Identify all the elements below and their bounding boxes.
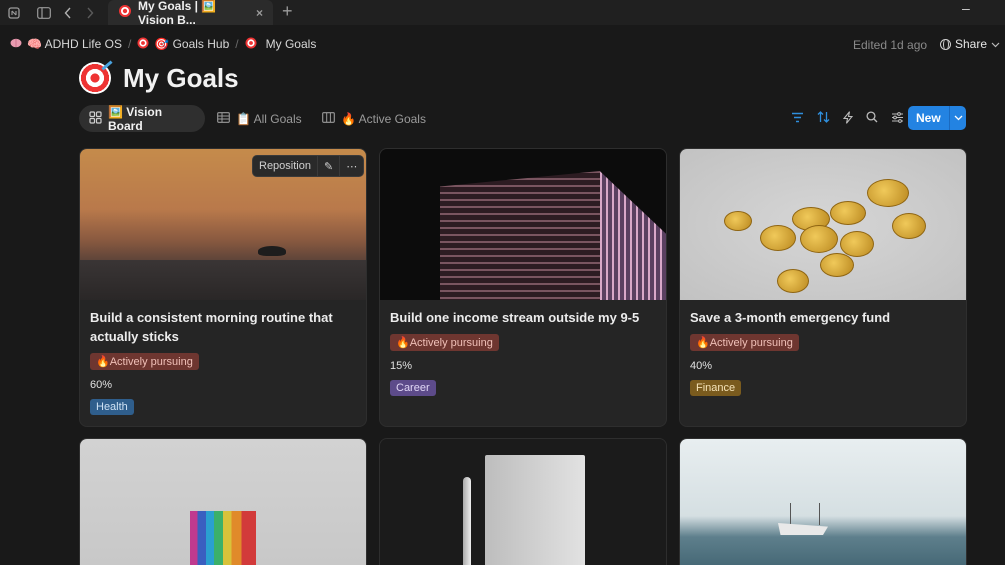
- minimize-button[interactable]: –: [962, 0, 970, 16]
- edited-timestamp: Edited 1d ago: [853, 38, 928, 52]
- topbar: 🧠 ADHD Life OS / 🎯 Goals Hub / My Goals …: [0, 25, 1005, 63]
- chevron-down-icon: [991, 37, 1000, 51]
- cover-books-shape: [190, 511, 256, 565]
- automation-icon[interactable]: [842, 111, 854, 127]
- share-button[interactable]: Share: [932, 33, 1002, 55]
- cover-pen-shape: [463, 477, 471, 565]
- area-badge: Health: [90, 399, 134, 415]
- area-badge: Career: [390, 380, 436, 396]
- new-tab-button[interactable]: +: [282, 1, 293, 22]
- cover-coin-shape: [800, 225, 838, 253]
- breadcrumb-item-my-goals[interactable]: My Goals: [245, 37, 317, 52]
- tab-vision-board[interactable]: 🖼️ Vision Board: [79, 104, 205, 133]
- card-cover-image: Reposition ✎ ⋯: [80, 149, 366, 300]
- cover-coin-shape: [760, 225, 796, 251]
- share-label: Share: [955, 37, 988, 51]
- tab-all-goals[interactable]: 📋 All Goals: [207, 105, 312, 132]
- breadcrumb-separator: /: [127, 37, 132, 51]
- cover-coin-shape: [777, 269, 809, 293]
- goal-card[interactable]: Save a 3-month emergency fund 🔥Actively …: [679, 148, 967, 427]
- card-cover-image: [680, 439, 966, 565]
- goal-card[interactable]: Reposition ✎ ⋯ Build a consistent mornin…: [79, 148, 367, 427]
- gallery-icon: [89, 110, 102, 127]
- card-title: Build a consistent morning routine that …: [90, 310, 333, 344]
- card-cover-image: [380, 439, 666, 565]
- progress-value: 40%: [690, 360, 713, 372]
- cover-coin-shape: [867, 179, 909, 207]
- card-title: Save a 3-month emergency fund: [690, 310, 891, 325]
- breadcrumb-label: My Goals: [265, 37, 317, 51]
- browser-tab[interactable]: My Goals | 🖼️ Vision B... ×: [108, 0, 273, 27]
- close-tab-icon[interactable]: ×: [256, 6, 263, 20]
- card-cover-image: [80, 439, 366, 565]
- tab-label: 🖼️ Vision Board: [108, 104, 163, 133]
- board-icon: [322, 111, 335, 126]
- breadcrumb-item-goals-hub[interactable]: 🎯 Goals Hub: [137, 37, 229, 52]
- status-badge: 🔥Actively pursuing: [690, 334, 799, 351]
- target-icon: [137, 37, 149, 52]
- cover-building-shape: [440, 171, 600, 300]
- back-icon[interactable]: [57, 2, 79, 24]
- cover-building-shape: [600, 171, 666, 300]
- window-titlebar: My Goals | 🖼️ Vision B... × + –: [0, 0, 1005, 27]
- cover-coin-shape: [724, 211, 752, 231]
- new-button-label: New: [916, 111, 941, 125]
- view-toolbar: 🖼️ Vision Board 📋 All Goals 🔥 Active Goa…: [79, 105, 969, 133]
- cover-notebook-shape: [485, 455, 585, 565]
- table-icon: [217, 111, 230, 126]
- reposition-button[interactable]: Reposition: [253, 156, 317, 176]
- goal-card[interactable]: [379, 438, 667, 565]
- cover-coin-shape: [830, 201, 866, 225]
- globe-icon: [940, 38, 951, 50]
- settings-sliders-icon[interactable]: [891, 111, 904, 127]
- forward-icon[interactable]: [79, 2, 101, 24]
- cover-coin-shape: [820, 253, 854, 277]
- tab-active-goals[interactable]: 🔥 Active Goals: [312, 105, 436, 132]
- chevron-down-icon[interactable]: [949, 106, 966, 130]
- target-icon: [118, 4, 132, 21]
- tab-title: My Goals | 🖼️ Vision B...: [138, 0, 217, 27]
- cover-coin-shape: [840, 231, 874, 257]
- page-title[interactable]: My Goals: [123, 63, 239, 94]
- card-body: Build one income stream outside my 9-5 🔥…: [380, 300, 666, 406]
- search-icon[interactable]: [866, 111, 878, 127]
- breadcrumb-item-life-os[interactable]: 🧠 ADHD Life OS: [10, 37, 122, 51]
- area-badge: Finance: [690, 380, 742, 396]
- progress-value: 15%: [390, 360, 413, 372]
- new-button[interactable]: New: [908, 106, 966, 130]
- target-icon: [245, 37, 257, 52]
- sidebar-toggle-icon[interactable]: [33, 2, 55, 24]
- cover-coin-shape: [892, 213, 926, 239]
- card-body: Build a consistent morning routine that …: [80, 300, 366, 425]
- cover-menu: Reposition ✎ ⋯: [252, 155, 365, 177]
- status-badge: 🔥Actively pursuing: [90, 353, 199, 370]
- view-tools: [791, 111, 904, 127]
- card-title: Build one income stream outside my 9-5: [390, 310, 640, 325]
- sort-icon[interactable]: [817, 111, 830, 127]
- goal-card[interactable]: [679, 438, 967, 565]
- card-body: Save a 3-month emergency fund 🔥Actively …: [680, 300, 966, 406]
- breadcrumb-separator: /: [235, 37, 239, 51]
- more-icon[interactable]: ⋯: [339, 156, 363, 176]
- cover-bird-shape: [258, 246, 286, 256]
- app-logo-icon[interactable]: [3, 2, 25, 24]
- target-icon[interactable]: [79, 62, 111, 94]
- goal-card[interactable]: [79, 438, 367, 565]
- card-cover-image: [380, 149, 666, 300]
- progress-value: 60%: [90, 379, 113, 391]
- edit-icon[interactable]: ✎: [316, 156, 339, 176]
- breadcrumb-label: 🧠 ADHD Life OS: [27, 37, 122, 51]
- tab-label: 🔥 Active Goals: [341, 111, 426, 126]
- card-cover-image: [680, 149, 966, 300]
- tab-label: 📋 All Goals: [236, 111, 302, 126]
- status-badge: 🔥Actively pursuing: [390, 334, 499, 351]
- goal-card[interactable]: Build one income stream outside my 9-5 🔥…: [379, 148, 667, 427]
- page-header: My Goals: [79, 62, 239, 94]
- cover-roof-shape: [80, 260, 366, 300]
- filter-icon[interactable]: [791, 111, 804, 127]
- cover-mast-shape: [790, 503, 820, 525]
- brain-icon: [10, 37, 22, 51]
- breadcrumb-label: 🎯 Goals Hub: [154, 37, 230, 51]
